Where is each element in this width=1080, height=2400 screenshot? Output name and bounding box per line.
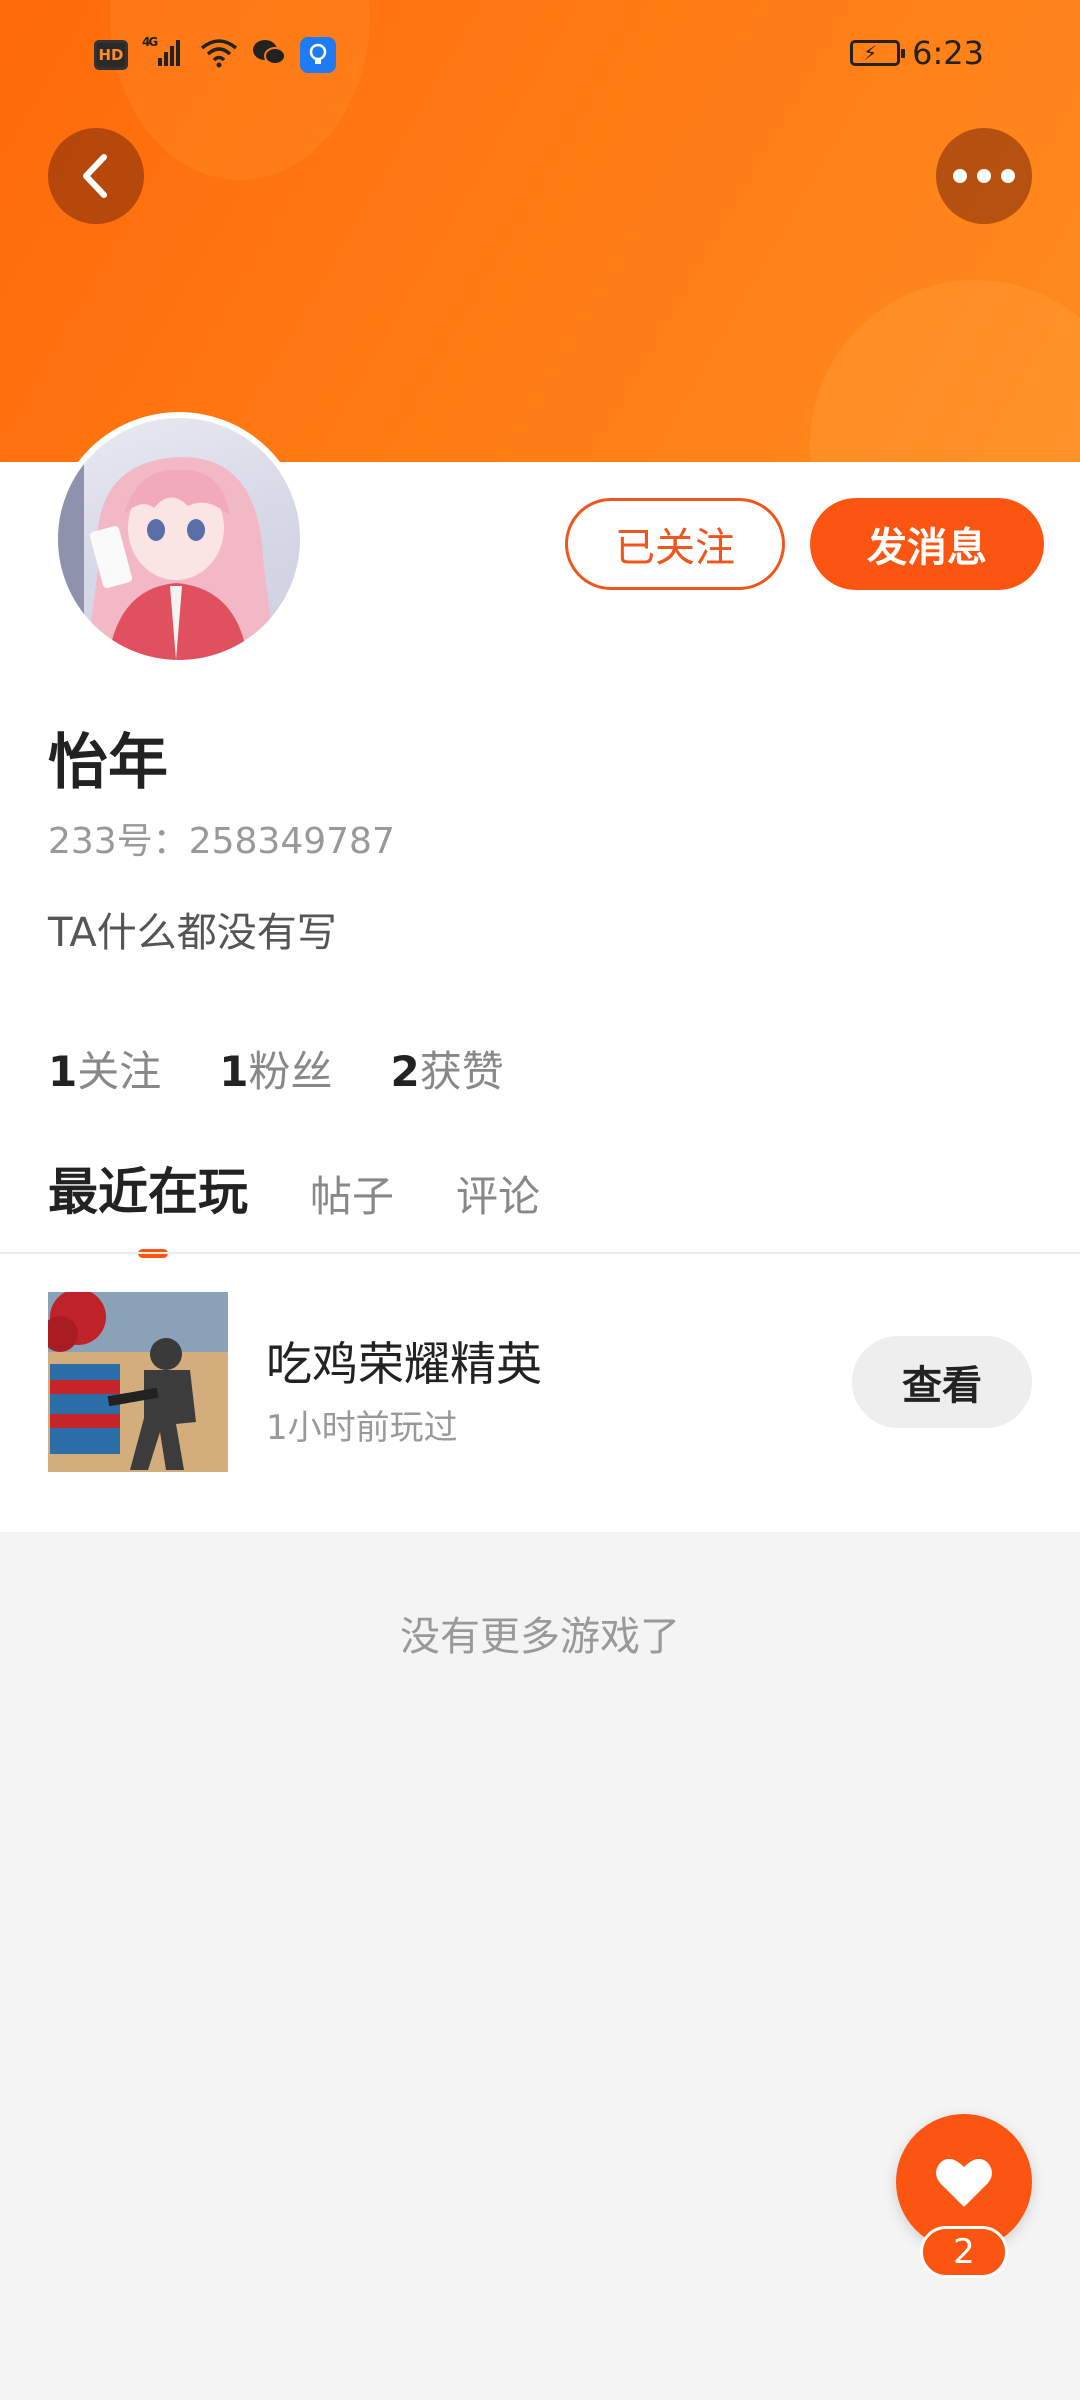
more-options-button[interactable] [936,128,1032,224]
profile-card: 已关注 发消息 怡年 233号：258349787 TA什么都没有写 1关注 1… [0,412,1080,1532]
chevron-left-icon [83,154,107,198]
status-time: 6:23 [912,34,984,72]
username: 怡年 [48,728,168,798]
list-item[interactable]: 吃鸡荣耀精英 1小时前玩过 查看 [0,1292,1080,1512]
wifi-icon [200,38,238,72]
avatar-image [58,418,300,660]
banner-decoration [810,280,1080,462]
send-message-button[interactable]: 发消息 [810,498,1044,590]
view-game-button[interactable]: 查看 [852,1336,1032,1428]
tab-recently-played[interactable]: 最近在玩 [48,1152,248,1258]
like-count-badge: 2 [920,2226,1008,2278]
stat-number: 2 [390,1047,420,1096]
battery-icon: ⚡ [850,40,906,66]
wechat-icon [252,38,286,72]
stat-following[interactable]: 1关注 [48,1038,161,1099]
signal-icon: 4G [142,34,186,75]
stat-likes[interactable]: 2获赞 [391,1038,504,1099]
tab-label: 最近在玩 [48,1163,248,1221]
heart-icon [936,2158,992,2207]
stat-followers[interactable]: 1粉丝 [219,1038,332,1099]
stat-label: 关注 [77,1047,162,1096]
tab-posts[interactable]: 帖子 [310,1163,394,1224]
stat-number: 1 [48,1047,78,1096]
profile-tabs: 最近在玩 帖子 评论 [48,1152,540,1258]
follow-status-button[interactable]: 已关注 [565,498,785,590]
game-last-played: 1小时前玩过 [266,1408,458,1448]
empty-list-message: 没有更多游戏了 [400,1614,680,1660]
tab-comments[interactable]: 评论 [456,1163,540,1224]
user-bio: TA什么都没有写 [48,910,337,956]
profile-header-banner: HD 4G ⚡ 6:23 [0,0,1080,462]
tabs-divider [0,1252,1080,1254]
status-bar: HD 4G ⚡ 6:23 [0,0,1080,105]
game-thumbnail [48,1292,228,1472]
status-icons-right: ⚡ 6:23 [850,34,984,72]
profile-stats: 1关注 1粉丝 2获赞 [48,1038,504,1099]
more-horizontal-icon [953,169,1015,183]
hd-icon: HD [94,39,128,70]
lightbulb-app-icon [300,36,336,73]
game-title: 吃鸡荣耀精英 [266,1337,542,1391]
stat-label: 粉丝 [248,1047,333,1096]
user-id: 233号：258349787 [48,821,395,862]
back-button[interactable] [48,128,144,224]
stat-label: 获赞 [419,1047,504,1096]
avatar[interactable] [52,412,306,666]
svg-text:4G: 4G [142,35,157,49]
stat-number: 1 [219,1047,249,1096]
status-icons-left: HD 4G [94,34,336,75]
